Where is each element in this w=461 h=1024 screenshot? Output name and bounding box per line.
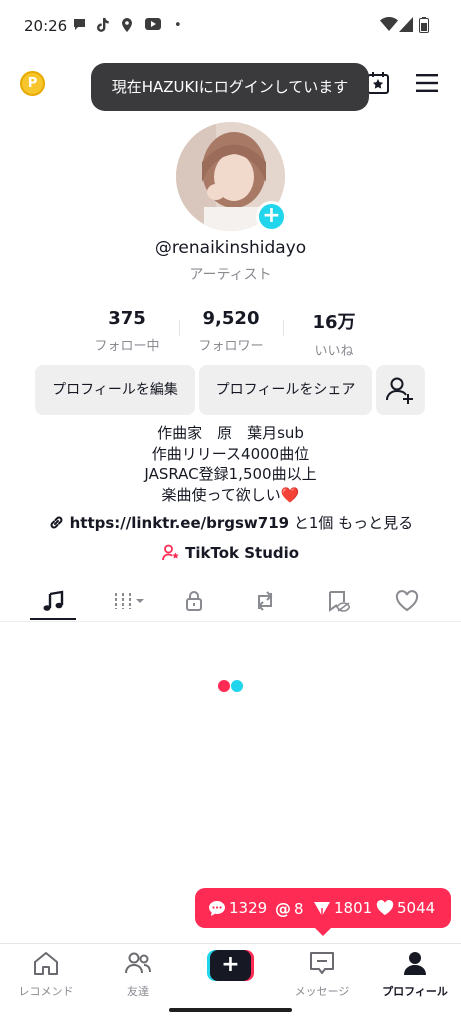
status-bar: 20:26 • xyxy=(0,0,461,52)
create-button[interactable]: + xyxy=(207,950,254,981)
tab-favorites[interactable] xyxy=(312,580,364,622)
nav-home[interactable]: レコメンド xyxy=(0,950,92,999)
badge-pointer xyxy=(315,928,331,936)
stat-value: 375 xyxy=(108,308,146,329)
battery-icon xyxy=(419,17,429,33)
bookmark-eye-icon xyxy=(329,591,350,612)
nav-inbox[interactable]: メッセージ xyxy=(276,950,368,999)
location-icon xyxy=(122,18,132,32)
nav-label: 友達 xyxy=(127,985,149,998)
share-arrow-icon xyxy=(314,901,330,916)
nav-friends[interactable]: 友達 xyxy=(92,950,184,999)
stat-label: フォロワー xyxy=(198,339,264,354)
heart-outline-icon xyxy=(395,590,419,612)
stat-value: 9,520 xyxy=(202,308,260,329)
bio-line: JASRAC登録1,500曲以上 xyxy=(144,465,317,483)
mentions-count: @ 8 xyxy=(275,899,304,918)
home-indicator[interactable] xyxy=(169,1008,292,1012)
tab-liked[interactable] xyxy=(381,580,433,622)
plus-icon: + xyxy=(262,203,281,228)
status-dot: • xyxy=(174,18,182,33)
link-more[interactable]: と1個 もっと見る xyxy=(289,514,413,532)
likes-value: 5044 xyxy=(397,899,436,917)
wifi-icon xyxy=(380,17,398,31)
music-note-icon xyxy=(43,590,64,611)
likes-count: 5044 xyxy=(376,899,435,917)
share-profile-button[interactable]: プロフィールをシェア xyxy=(199,365,372,415)
stat-likes[interactable]: 16万 いいね xyxy=(284,308,384,359)
coin-icon[interactable]: P xyxy=(20,71,45,96)
nav-label: プロフィール xyxy=(382,985,448,998)
tiktok-studio-link[interactable]: TikTok Studio xyxy=(0,544,461,562)
login-toast: 現在HAZUKIにログインしています xyxy=(91,63,369,111)
chat-bubble-icon xyxy=(74,19,85,30)
stat-divider xyxy=(179,320,180,336)
activity-notification-badge[interactable]: 1329 @ 8 1801 5044 xyxy=(195,888,451,928)
comments-value: 1329 xyxy=(229,899,268,917)
calendar-star-icon[interactable] xyxy=(366,71,390,95)
bio: 作曲家 原 葉月sub 作曲リリース4000曲位 JASRAC登録1,500曲以… xyxy=(0,423,461,505)
create-label: + xyxy=(221,952,240,977)
stat-label: いいね xyxy=(314,344,354,359)
stat-following[interactable]: 375 フォロー中 xyxy=(77,308,177,354)
profile-icon xyxy=(404,952,426,975)
studio-person-icon xyxy=(162,544,179,561)
nav-label: レコメンド xyxy=(18,985,74,998)
tiktok-icon xyxy=(97,18,109,32)
add-friend-button[interactable] xyxy=(376,365,425,415)
home-icon xyxy=(34,952,58,975)
link-icon xyxy=(50,516,63,529)
tab-music[interactable] xyxy=(27,580,79,622)
add-story-button[interactable]: + xyxy=(256,201,287,232)
nav-label: メッセージ xyxy=(294,985,350,998)
tab-reposts[interactable] xyxy=(239,580,291,622)
lock-icon xyxy=(186,591,202,611)
loading-spinner xyxy=(218,680,243,692)
active-tab-indicator xyxy=(30,618,76,620)
shares-value: 1801 xyxy=(334,899,373,917)
bio-line: 楽曲使って欲しい❤️ xyxy=(0,485,461,506)
bio-link[interactable]: https://linktr.ee/brgsw719 と1個 もっと見る xyxy=(0,512,461,533)
add-person-icon xyxy=(386,377,413,404)
menu-icon[interactable] xyxy=(416,74,438,92)
username: @renaikinshidayo xyxy=(154,238,307,258)
friends-icon xyxy=(125,952,151,974)
comments-count: 1329 xyxy=(208,899,267,917)
at-icon: @ xyxy=(275,899,291,918)
studio-label[interactable]: TikTok Studio xyxy=(185,544,299,562)
profile-category: アーティスト xyxy=(189,267,272,283)
stat-label: フォロー中 xyxy=(94,339,160,354)
stat-followers[interactable]: 9,520 フォロワー xyxy=(181,308,281,354)
inbox-icon xyxy=(310,952,334,974)
stat-value: 16万 xyxy=(312,312,356,333)
shares-count: 1801 xyxy=(313,899,372,917)
bio-line-text: 楽曲使って欲しい xyxy=(161,485,281,504)
tab-private[interactable] xyxy=(168,580,220,622)
mentions-value: 8 xyxy=(294,899,304,918)
edit-profile-button[interactable]: プロフィールを編集 xyxy=(35,365,195,415)
youtube-icon xyxy=(145,18,161,30)
signal-icon xyxy=(399,17,413,32)
repost-icon xyxy=(257,591,273,611)
bio-line: 作曲リリース4000曲位 xyxy=(151,444,310,463)
heart-emoji: ❤️ xyxy=(280,485,300,504)
link-url[interactable]: https://linktr.ee/brgsw719 xyxy=(70,514,290,532)
heart-filled-icon xyxy=(376,900,394,915)
status-time: 20:26 xyxy=(24,17,68,35)
bio-line: 作曲家 原 葉月sub xyxy=(157,424,304,442)
comment-icon xyxy=(209,900,225,916)
tab-playlists[interactable] xyxy=(102,580,154,622)
nav-profile[interactable]: プロフィール xyxy=(369,950,461,999)
playlist-grid-icon xyxy=(115,593,144,609)
content-tabs xyxy=(0,580,461,622)
